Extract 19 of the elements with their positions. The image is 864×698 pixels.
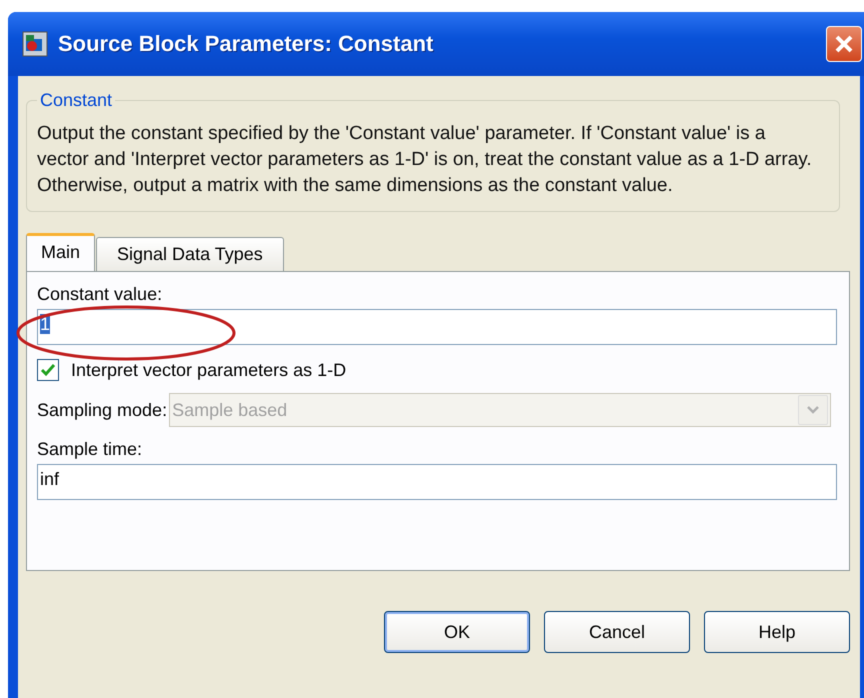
dialog-button[interactable]: Cancel bbox=[544, 611, 690, 653]
field-label: Sampling mode: bbox=[37, 400, 168, 420]
input-field[interactable]: inf bbox=[37, 464, 837, 500]
checkbox-label: Interpret vector parameters as 1-D bbox=[71, 360, 346, 380]
field-label: Constant value: bbox=[37, 284, 162, 305]
app-icon bbox=[22, 31, 48, 57]
caret-icon bbox=[798, 395, 828, 425]
checkbox[interactable] bbox=[37, 359, 59, 381]
dialog-button[interactable]: OK bbox=[384, 611, 530, 653]
window-title: Source Block Parameters: Constant bbox=[58, 31, 434, 57]
close-button[interactable] bbox=[826, 26, 862, 62]
description-text: Output the constant specified by the 'Constant value' parameter. If 'Constant value' is a vector and 'Interpret vector parameters as 1-D' is on, treat the constant value as a 1-D array. Otherwise, output a matrix with the same dimensions as the constant value. bbox=[37, 122, 813, 198]
tab[interactable]: Signal Data Types bbox=[96, 237, 284, 271]
close-icon bbox=[833, 33, 855, 55]
input-field[interactable]: 1 bbox=[37, 309, 837, 345]
dialog-button[interactable]: Help bbox=[704, 611, 850, 653]
field-label: Sample time: bbox=[37, 439, 142, 460]
tab[interactable]: Main bbox=[26, 233, 96, 272]
group-title: Constant bbox=[39, 90, 114, 111]
